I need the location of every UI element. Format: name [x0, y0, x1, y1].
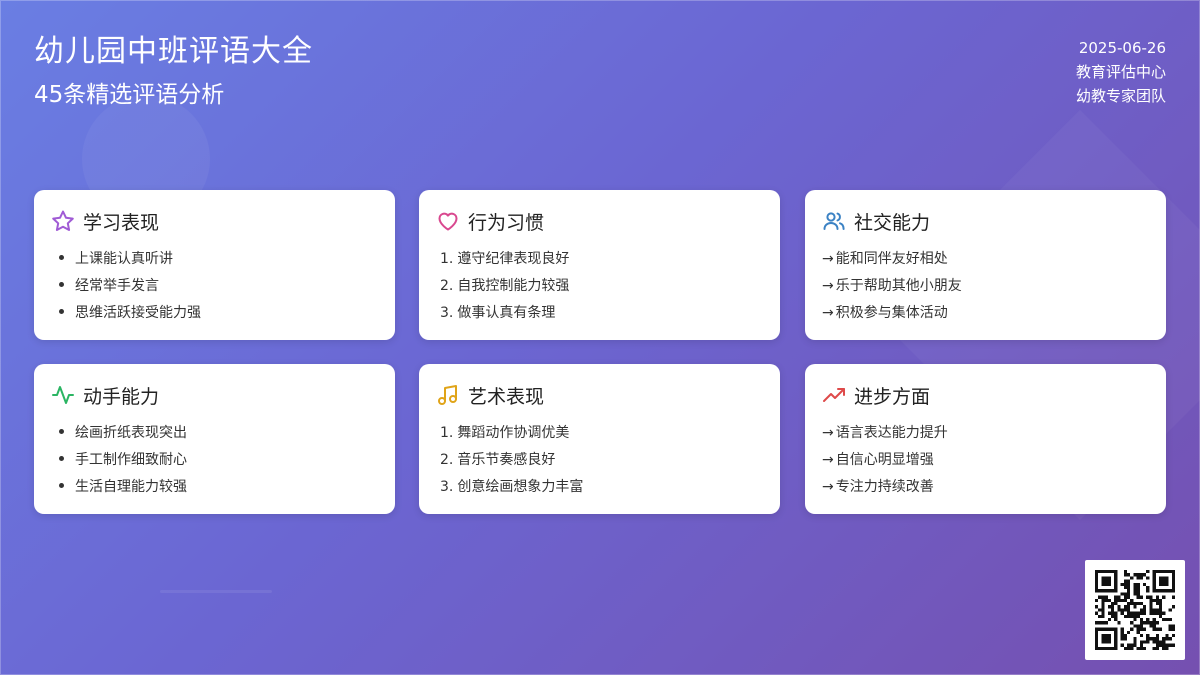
card-item-list: 上课能认真听讲 经常举手发言思维活跃接受能力强 [51, 246, 379, 327]
item-text: 自我控制能力较强 [457, 278, 570, 294]
item-text: 做事认真有条理 [457, 305, 556, 321]
list-item: 3. 做事认真有条理 [436, 300, 764, 327]
card-item-list: 绘画折纸表现突出 手工制作细致耐心 生活自理能力较强 [51, 420, 379, 501]
list-item: → 语言表达能力提升 [822, 420, 1150, 447]
card-title: 动手能力 [83, 385, 160, 408]
list-item: 上课能认真听讲 [51, 246, 379, 273]
team-label: 幼教专家团队 [1075, 87, 1166, 105]
item-text: 音乐节奏感良好 [457, 452, 556, 468]
arrow-marker: → [822, 305, 834, 321]
card-star: 学习表现上课能认真听讲 经常举手发言思维活跃接受能力强 [34, 190, 395, 340]
list-item: 经常举手发言 [51, 273, 379, 300]
item-number: 1. [440, 251, 454, 267]
arrow-marker: → [822, 278, 834, 294]
item-text: 能和同伴友好相处 [835, 251, 948, 267]
music-icon [436, 383, 460, 407]
list-item: 2. 音乐节奏感良好 [436, 447, 764, 474]
list-item: → 积极参与集体活动 [822, 300, 1150, 327]
card-heart: 行为习惯 1. 遵守纪律表现良好 2. 自我控制能力较强 3. 做事认真有条理 [419, 190, 780, 340]
card-header: 社交能力 [822, 208, 1150, 234]
card-title: 艺术表现 [468, 385, 545, 408]
item-text: 自信心明显增强 [835, 452, 934, 468]
list-item: 2. 自我控制能力较强 [436, 273, 764, 300]
page-title: 幼儿园中班评语大全 [34, 34, 313, 69]
bullet-marker [59, 429, 64, 434]
item-text: 思维活跃接受能力强 [75, 305, 201, 321]
card-trending-up: 进步方面 → 语言表达能力提升 → 自信心明显增强 → 专注力持续改善 [805, 364, 1166, 514]
activity-icon [51, 383, 75, 407]
card-header: 行为习惯 [436, 208, 764, 234]
item-number: 1. [440, 425, 454, 441]
card-title: 社交能力 [854, 211, 931, 234]
item-text: 创意绘画想象力丰富 [457, 479, 584, 495]
header: 幼儿园中班评语大全 45条精选评语分析 [34, 30, 313, 112]
bullet-marker [59, 282, 64, 287]
card-header: 动手能力 [51, 382, 379, 408]
date-label: 2025-06-26 [1078, 39, 1166, 57]
card-title: 进步方面 [854, 385, 931, 408]
heart-icon [436, 209, 460, 233]
card-header: 进步方面 [822, 382, 1150, 408]
trending-up-icon [822, 383, 846, 407]
list-item: 思维活跃接受能力强 [51, 300, 379, 327]
card-item-list: 1. 舞蹈动作协调优美 2. 音乐节奏感良好 3. 创意绘画想象力丰富 [436, 420, 764, 501]
card-item-list: 1. 遵守纪律表现良好 2. 自我控制能力较强 3. 做事认真有条理 [436, 246, 764, 327]
users-icon [822, 209, 846, 233]
arrow-marker: → [822, 251, 834, 267]
item-number: 3. [440, 479, 454, 495]
bullet-marker [59, 456, 64, 461]
list-item: 生活自理能力较强 [51, 474, 379, 501]
qr-code [1085, 560, 1185, 660]
list-item: 手工制作细致耐心 [51, 447, 379, 474]
item-number: 3. [440, 305, 454, 321]
list-item: → 专注力持续改善 [822, 474, 1150, 501]
card-music: 艺术表现 1. 舞蹈动作协调优美 2. 音乐节奏感良好 3. 创意绘画想象力丰富 [419, 364, 780, 514]
item-text: 舞蹈动作协调优美 [457, 425, 570, 441]
item-number: 2. [440, 278, 454, 294]
bullet-marker [59, 483, 64, 488]
bullet-marker [59, 309, 64, 314]
card-title: 学习表现 [83, 211, 160, 234]
list-item: → 自信心明显增强 [822, 447, 1150, 474]
card-item-list: → 能和同伴友好相处 → 乐于帮助其他小朋友 → 积极参与集体活动 [822, 246, 1150, 327]
card-header: 艺术表现 [436, 382, 764, 408]
card-item-list: → 语言表达能力提升 → 自信心明显增强 → 专注力持续改善 [822, 420, 1150, 501]
list-item: 1. 舞蹈动作协调优美 [436, 420, 764, 447]
item-text: 绘画折纸表现突出 [75, 425, 187, 441]
org-label: 教育评估中心 [1075, 63, 1166, 81]
arrow-marker: → [822, 479, 834, 495]
list-item: → 能和同伴友好相处 [822, 246, 1150, 273]
header-meta: 2025-06-26 教育评估中心 幼教专家团队 [1076, 36, 1166, 108]
item-text: 上课能认真听讲 [75, 251, 173, 267]
item-text: 积极参与集体活动 [835, 305, 948, 321]
decorative-line [160, 590, 272, 593]
arrow-marker: → [822, 452, 834, 468]
list-item: 绘画折纸表现突出 [51, 420, 379, 447]
item-number: 2. [440, 452, 454, 468]
item-text: 语言表达能力提升 [835, 425, 948, 441]
item-text: 经常举手发言 [75, 278, 159, 294]
star-icon [51, 209, 75, 233]
card-users: 社交能力 → 能和同伴友好相处 → 乐于帮助其他小朋友 → 积极参与集体活动 [805, 190, 1166, 340]
item-text: 遵守纪律表现良好 [457, 251, 570, 267]
item-text: 手工制作细致耐心 [75, 452, 187, 468]
card-activity: 动手能力绘画折纸表现突出 手工制作细致耐心 生活自理能力较强 [34, 364, 395, 514]
item-text: 专注力持续改善 [835, 479, 934, 495]
card-header: 学习表现 [51, 208, 379, 234]
item-text: 生活自理能力较强 [75, 479, 187, 495]
list-item: 1. 遵守纪律表现良好 [436, 246, 764, 273]
bullet-marker [59, 255, 64, 260]
list-item: → 乐于帮助其他小朋友 [822, 273, 1150, 300]
page-subtitle: 45条精选评语分析 [34, 82, 225, 108]
card-title: 行为习惯 [468, 211, 545, 234]
list-item: 3. 创意绘画想象力丰富 [436, 474, 764, 501]
item-text: 乐于帮助其他小朋友 [835, 278, 962, 294]
arrow-marker: → [822, 425, 834, 441]
